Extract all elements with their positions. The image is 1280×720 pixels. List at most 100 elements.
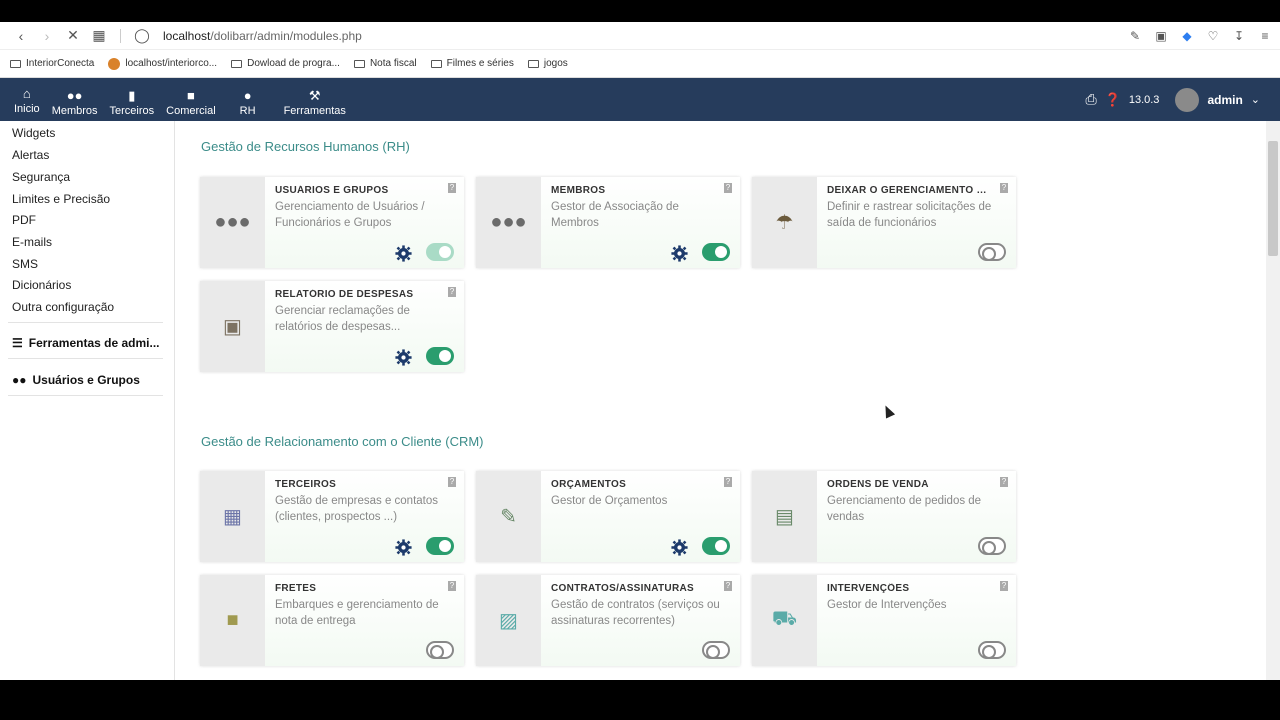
topmenu-label: RH xyxy=(239,105,256,117)
sidebar-link-pdf[interactable]: PDF xyxy=(12,213,36,227)
divider xyxy=(8,358,163,359)
topmenu-label: Inicio xyxy=(14,103,40,115)
sidebar-link-outra[interactable]: Outra configuração xyxy=(12,300,114,314)
module-icon-box: ⛟ xyxy=(752,575,817,666)
module-card: ▦ TERCEIROS Gestão de empresas e contatos … xyxy=(200,471,464,562)
camera-icon[interactable]: ▣ xyxy=(1154,29,1168,43)
shield-icon[interactable]: ◆ xyxy=(1180,29,1194,43)
module-description: Gestor de Intervenções xyxy=(827,599,947,611)
module-toggle[interactable] xyxy=(426,347,454,365)
home-icon: ⌂ xyxy=(22,86,31,101)
topmenu-membros[interactable]: ●● Membros xyxy=(46,78,104,121)
help-icon[interactable]: ? xyxy=(448,183,456,193)
sidebar-link-widgets[interactable]: Widgets xyxy=(12,126,55,140)
sidebar-link-seguranca[interactable]: Segurança xyxy=(12,170,70,184)
edit-icon[interactable]: ✎ xyxy=(1128,29,1142,43)
module-card: ▣ RELATÓRIO DE DESPESAS Gerenciar reclamaç… xyxy=(200,281,464,372)
gear-icon[interactable] xyxy=(395,349,412,366)
module-toggle[interactable] xyxy=(426,641,454,659)
download-icon[interactable]: ↧ xyxy=(1232,29,1246,43)
module-toggle[interactable] xyxy=(978,641,1006,659)
heart-icon[interactable]: ♡ xyxy=(1206,29,1220,43)
bookmarks-bar: InteriorConecta localhost/interiorco... … xyxy=(0,50,1280,78)
topbar-right: ⎙ ❓ 13.0.3 admin ⌄ xyxy=(1085,78,1260,121)
help-icon[interactable]: ? xyxy=(448,477,456,487)
building-icon: ▮ xyxy=(128,88,136,103)
module-card: ✎ ORÇAMENTOS Gestor de Orçamentos? xyxy=(476,471,740,562)
print-icon[interactable]: ⎙ xyxy=(1085,91,1096,108)
sidebar-link-sms[interactable]: SMS xyxy=(12,257,38,271)
bookmark-label: Nota fiscal xyxy=(369,58,417,69)
module-icon-box: ▨ xyxy=(476,575,541,666)
module-description: Gerenciamento de Usuários / Funcionários… xyxy=(275,201,425,229)
module-toggle[interactable] xyxy=(978,537,1006,555)
avatar[interactable] xyxy=(1175,87,1200,112)
site-icon xyxy=(108,57,121,70)
help-icon[interactable]: ? xyxy=(1000,477,1008,487)
bookmark[interactable]: Nota fiscal xyxy=(353,58,417,69)
chevron-down-icon[interactable]: ⌄ xyxy=(1251,93,1260,106)
suitcase-icon: ▨ xyxy=(499,610,518,632)
module-card: ▨ CONTRATOS/ASSINATURAS Gestão de contrato… xyxy=(476,575,740,666)
users-icon: ●●● xyxy=(490,211,527,233)
bookmark[interactable]: jogos xyxy=(527,58,568,69)
menu-icon[interactable]: ≡ xyxy=(1258,29,1272,43)
gear-icon[interactable] xyxy=(395,539,412,556)
help-icon[interactable]: ? xyxy=(1000,183,1008,193)
sidebar-heading-usuarios[interactable]: ●● Usuários e Grupos xyxy=(12,373,140,387)
bookmark[interactable]: localhost/interiorco... xyxy=(108,57,217,70)
module-title: CONTRATOS/ASSINATURAS xyxy=(551,583,694,594)
sidebar-link-limites[interactable]: Limites e Precisão xyxy=(12,192,110,206)
module-toggle[interactable] xyxy=(978,243,1006,261)
help-icon[interactable]: ? xyxy=(724,183,732,193)
module-icon-box: ●●● xyxy=(476,177,541,268)
help-icon[interactable]: ? xyxy=(724,581,732,591)
bookmark[interactable]: Filmes e séries xyxy=(430,58,514,69)
topmenu-comercial[interactable]: ■ Comercial xyxy=(160,78,222,121)
back-icon[interactable]: ‹ xyxy=(8,28,34,44)
topmenu-label: Terceiros xyxy=(109,105,155,117)
folder-icon xyxy=(10,59,21,68)
module-title: INTERVENÇÕES xyxy=(827,583,910,594)
module-toggle[interactable] xyxy=(426,537,454,555)
bookmark[interactable]: Dowload de progra... xyxy=(231,58,340,69)
url-path: /dolibarr/admin/modules.php xyxy=(210,28,362,43)
browser-actions: ✎ ▣ ◆ ♡ ↧ ≡ xyxy=(1128,29,1272,43)
help-icon[interactable]: ? xyxy=(1000,581,1008,591)
module-title: ORÇAMENTOS xyxy=(551,479,627,490)
gear-icon[interactable] xyxy=(395,245,412,262)
bookmark-label: Dowload de progra... xyxy=(247,58,340,69)
module-toggle[interactable] xyxy=(702,537,730,555)
scrollbar[interactable] xyxy=(1266,121,1280,680)
bookmark[interactable]: InteriorConecta xyxy=(10,58,94,69)
scroll-thumb[interactable] xyxy=(1268,141,1278,256)
sidebar-link-emails[interactable]: E-mails xyxy=(12,235,52,249)
folder-icon xyxy=(353,59,365,68)
stop-icon[interactable]: ✕ xyxy=(60,27,86,44)
help-icon[interactable]: ? xyxy=(724,477,732,487)
main-area: Widgets Alertas Segurança Limites e Prec… xyxy=(0,121,1280,680)
url-field[interactable]: localhost/dolibarr/admin/modules.php xyxy=(163,29,362,43)
topmenu-rh[interactable]: ● RH xyxy=(222,78,274,121)
gear-icon[interactable] xyxy=(671,245,688,262)
sidebar-link-alertas[interactable]: Alertas xyxy=(12,148,49,162)
topmenu-ferramentas[interactable]: ⚒ Ferramentas xyxy=(274,78,356,121)
topmenu-terceiros[interactable]: ▮ Terceiros xyxy=(104,78,161,121)
module-description: Gestor de Orçamentos xyxy=(551,495,668,507)
module-toggle[interactable] xyxy=(702,641,730,659)
help-icon[interactable]: ? xyxy=(448,581,456,591)
module-toggle[interactable] xyxy=(702,243,730,261)
sidebar-link-dicionarios[interactable]: Dicionários xyxy=(12,278,71,292)
topmenu-inicio[interactable]: ⌂ Inicio xyxy=(8,78,46,121)
user-menu[interactable]: admin xyxy=(1207,93,1242,107)
bookmark-label: Filmes e séries xyxy=(446,58,514,69)
gear-icon[interactable] xyxy=(671,539,688,556)
apps-grid-icon[interactable]: ▦ xyxy=(86,27,112,44)
forward-icon[interactable]: › xyxy=(34,28,60,44)
help-icon[interactable]: ❓ xyxy=(1105,92,1121,108)
sidebar-heading-ferramentas[interactable]: ☰ Ferramentas de admi... xyxy=(12,336,159,350)
help-icon[interactable]: ? xyxy=(448,287,456,297)
folder-icon xyxy=(527,59,539,68)
module-toggle[interactable] xyxy=(426,243,454,261)
topmenu-label: Membros xyxy=(51,105,98,117)
